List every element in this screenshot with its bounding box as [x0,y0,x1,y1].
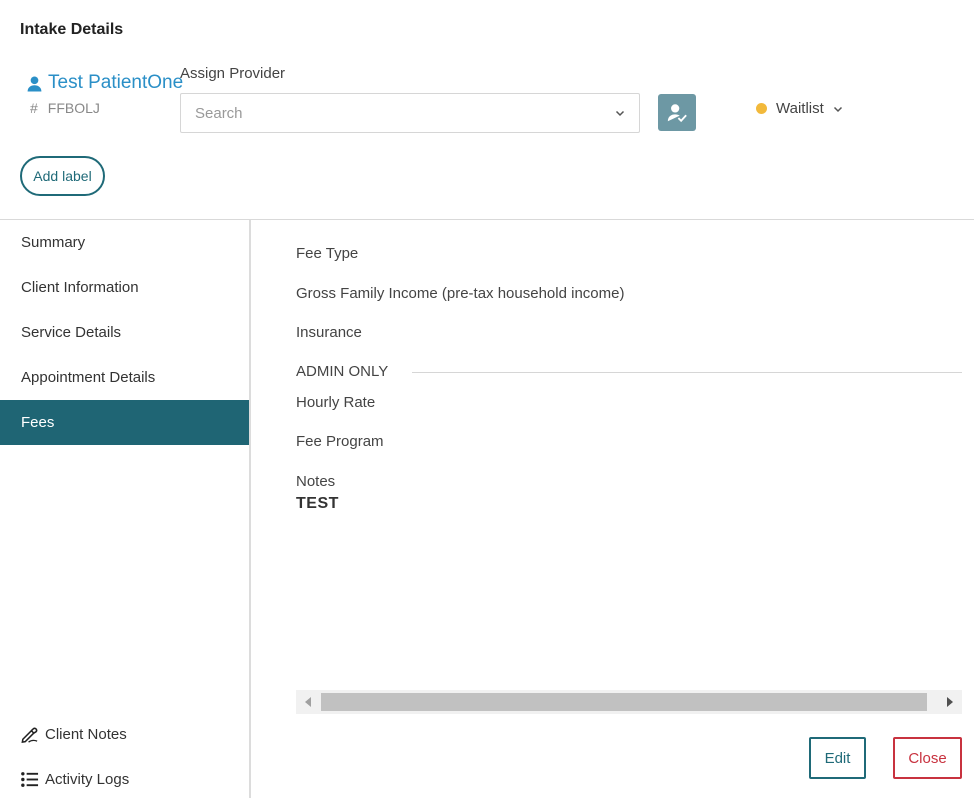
person-icon [27,75,42,91]
hourly-rate-label: Hourly Rate [296,394,376,411]
assign-provider-label: Assign Provider [180,65,286,82]
patient-name: Test PatientOne [48,72,184,93]
status-dropdown[interactable]: Waitlist [756,100,843,117]
scroll-right-arrow[interactable] [938,690,962,714]
add-label-button[interactable]: Add label [20,156,105,196]
status-label: Waitlist [776,100,824,117]
sidebar-item-appointment-details[interactable]: Appointment Details [0,355,249,400]
notes-value: TEST [296,495,339,512]
page-title: Intake Details [20,21,124,38]
pen-icon [21,727,38,744]
gross-income-label: Gross Family Income (pre-tax household i… [296,285,625,302]
edit-button[interactable]: Edit [809,737,866,779]
activity-logs-link[interactable]: Activity Logs [20,770,129,789]
close-button[interactable]: Close [893,737,962,779]
patient-name-link[interactable]: Test PatientOne [26,72,183,94]
chevron-down-icon [615,110,625,117]
horizontal-scrollbar[interactable] [296,690,962,714]
fee-program-label: Fee Program [296,433,384,450]
fee-type-label: Fee Type [296,245,359,262]
sidebar-item-fees[interactable]: Fees [0,400,249,445]
sidebar-item-service-details[interactable]: Service Details [0,310,249,355]
scroll-left-arrow[interactable] [296,690,320,714]
insurance-label: Insurance [296,324,362,341]
assign-provider-button[interactable] [658,94,696,131]
provider-search-input[interactable] [195,104,575,122]
admin-only-heading: ADMIN ONLY [296,363,389,380]
admin-divider [412,372,962,373]
scrollbar-thumb[interactable] [321,693,927,711]
assign-provider-select[interactable] [180,93,640,133]
patient-id: FFBOLJ [47,100,100,116]
triangle-left-icon [305,697,311,707]
activity-logs-label: Activity Logs [45,771,130,788]
triangle-right-icon [947,697,953,707]
notes-label: Notes [296,473,336,490]
list-icon [21,772,39,787]
patient-info: Test PatientOne # FFBOLJ [26,72,183,116]
chevron-down-icon [833,106,842,112]
sidebar-divider [249,220,251,798]
sidebar: Summary Client Information Service Detai… [0,220,249,798]
patient-id-row: # FFBOLJ [26,100,183,116]
status-dot [756,103,767,114]
sidebar-item-summary[interactable]: Summary [0,220,249,265]
sidebar-item-client-information[interactable]: Client Information [0,265,249,310]
client-notes-link[interactable]: Client Notes [20,725,127,744]
client-notes-label: Client Notes [45,726,127,743]
hash-icon: # [30,100,38,116]
user-check-icon [667,103,687,122]
